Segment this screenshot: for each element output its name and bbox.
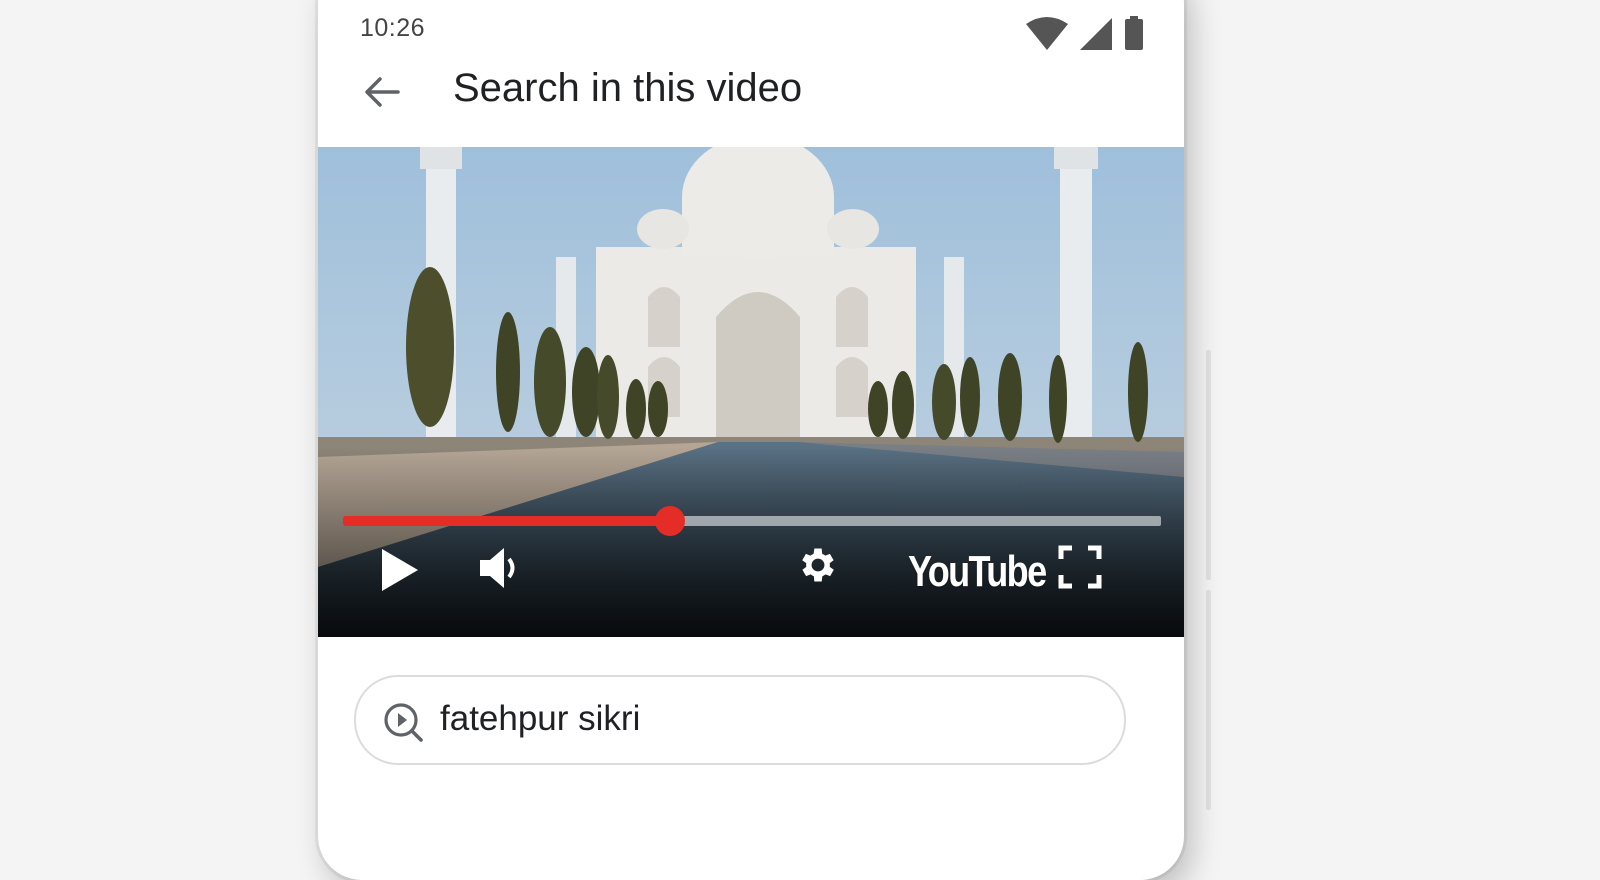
status-icons <box>1026 14 1144 50</box>
video-frame-taj-mahal <box>318 147 1184 637</box>
video-search-icon <box>384 703 423 742</box>
arrow-back-icon[interactable] <box>358 68 406 116</box>
phone-side-button-lower <box>1206 590 1211 810</box>
video-progress-fill <box>343 516 671 526</box>
video-progress-bar[interactable] <box>343 506 1161 536</box>
volume-icon[interactable] <box>478 545 520 591</box>
cellular-signal-icon <box>1080 18 1112 50</box>
phone-frame: 10:26 Search in this video YouTube fateh… <box>318 0 1184 880</box>
gear-icon[interactable] <box>796 543 840 587</box>
search-in-video-field[interactable]: fatehpur sikri <box>354 675 1126 765</box>
phone-side-button <box>1206 350 1211 580</box>
status-bar: 10:26 <box>318 0 1184 52</box>
app-bar: Search in this video <box>318 52 1184 147</box>
battery-icon <box>1125 16 1143 50</box>
search-input[interactable]: fatehpur sikri <box>440 699 640 739</box>
youtube-logo[interactable]: YouTube <box>908 547 1047 597</box>
status-time: 10:26 <box>360 14 426 42</box>
video-player[interactable]: YouTube <box>318 147 1184 637</box>
video-progress-scrubber[interactable] <box>655 506 686 536</box>
play-icon[interactable] <box>380 547 420 593</box>
page-title: Search in this video <box>453 66 803 110</box>
fullscreen-icon[interactable] <box>1058 545 1102 589</box>
wifi-icon <box>1026 17 1068 50</box>
